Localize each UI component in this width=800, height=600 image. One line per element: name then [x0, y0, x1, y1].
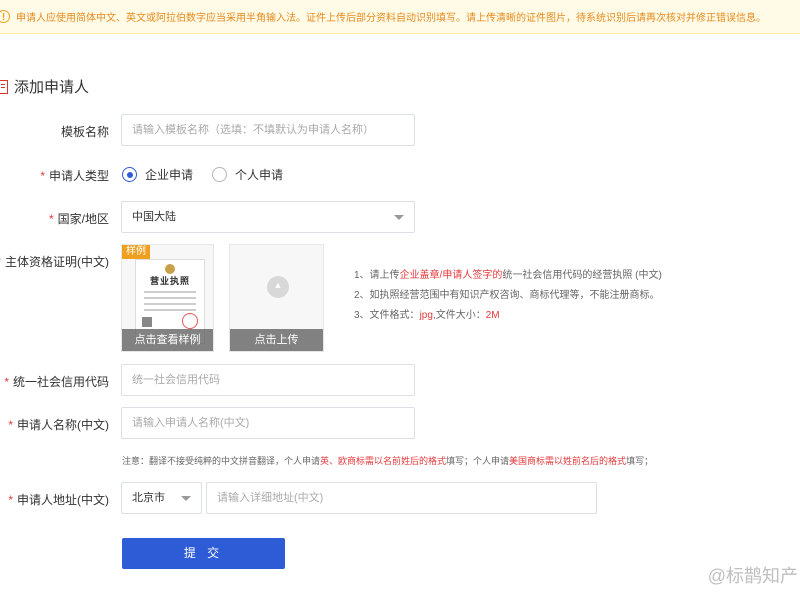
radio-enterprise-label: 企业申请 — [145, 168, 194, 182]
credit-code-input[interactable]: 统一社会信用代码 — [121, 364, 415, 396]
city-select[interactable]: 北京市 — [121, 482, 202, 514]
country-label: * 国家/地区 — [48, 212, 109, 226]
radio-personal[interactable]: 个人申请 — [212, 166, 283, 183]
qr-code-icon — [142, 317, 152, 327]
notice-text: 申请人应使用简体中文、英文或阿拉伯数字应当采用半角输入法。证件上传后部分资料自动… — [16, 13, 766, 24]
country-select[interactable]: 中国大陆 — [121, 201, 415, 233]
applicant-name-placeholder: 请输入申请人名称(中文) — [132, 417, 250, 429]
page-title-text: 添加申请人 — [14, 79, 90, 96]
applicant-type-label: * 申请人类型 — [40, 169, 109, 183]
template-name-placeholder: 请输入模板名称（选填：不填默认为申请人名称） — [132, 124, 374, 136]
hint-3: 3、文件格式：jpg,文件大小：2M — [354, 310, 500, 321]
cloud-upload-icon — [267, 276, 289, 298]
chevron-down-icon — [394, 215, 404, 220]
credit-code-label: * 统一社会信用代码 — [4, 375, 109, 389]
document-icon — [0, 79, 8, 94]
sample-badge: 样例 — [122, 245, 150, 259]
hint-2: 2、如执照经营范围中有知识产权咨询、商标代理等，不能注册商标。 — [354, 290, 660, 301]
sample-preview[interactable]: 营业执照 样例 点击查看样例 — [121, 244, 214, 352]
radio-unchecked-icon[interactable] — [212, 167, 227, 182]
chevron-down-icon — [181, 496, 191, 501]
license-title: 营业执照 — [149, 276, 190, 286]
address-label: * 申请人地址(中文) — [8, 493, 109, 507]
template-name-input[interactable]: 请输入模板名称（选填：不填默认为申请人名称） — [121, 114, 415, 146]
certificate-label: *主体资格证明(中文) — [0, 255, 109, 269]
credit-code-placeholder: 统一社会信用代码 — [132, 374, 220, 386]
template-name-label: 模板名称 — [60, 125, 109, 139]
applicant-name-input[interactable]: 请输入申请人名称(中文) — [121, 407, 415, 439]
info-icon: ! — [0, 10, 10, 23]
submit-button[interactable]: 提 交 — [122, 538, 285, 569]
radio-personal-label: 个人申请 — [235, 168, 284, 182]
address-input[interactable]: 请输入详细地址(中文) — [206, 482, 597, 514]
hint-1: 1、请上传企业盖章/申请人签字的统一社会信用代码的经营执照 (中文) — [354, 270, 662, 281]
city-value: 北京市 — [132, 492, 165, 504]
upload-hints: 1、请上传企业盖章/申请人签字的统一社会信用代码的经营执照 (中文) 2、如执照… — [354, 266, 662, 326]
address-placeholder: 请输入详细地址(中文) — [217, 492, 324, 504]
seal-icon — [182, 313, 198, 329]
radio-checked-icon[interactable] — [122, 167, 137, 182]
translation-note: 注意：翻译不接受纯粹的中文拼音翻译，个人申请英、欧商标需以名前姓后的格式填写；个… — [122, 456, 654, 466]
applicant-name-label: * 申请人名称(中文) — [8, 418, 109, 432]
emblem-icon — [165, 264, 175, 274]
upload-box[interactable]: 点击上传 — [229, 244, 324, 352]
notice-bar: ! 申请人应使用简体中文、英文或阿拉伯数字应当采用半角输入法。证件上传后部分资料… — [0, 0, 800, 34]
watermark: @标鹊知产 — [707, 566, 798, 586]
country-value: 中国大陆 — [132, 211, 176, 223]
page-title: 添加申请人 — [0, 76, 89, 97]
upload-button[interactable]: 点击上传 — [230, 329, 323, 351]
view-sample-button[interactable]: 点击查看样例 — [122, 329, 213, 351]
radio-enterprise[interactable]: 企业申请 — [122, 166, 193, 183]
